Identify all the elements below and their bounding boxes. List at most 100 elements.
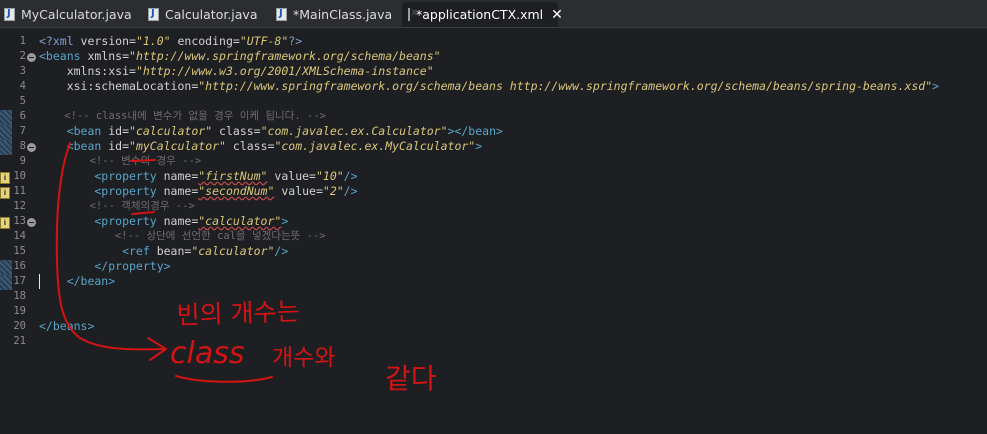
line-number: 2 — [19, 50, 26, 62]
line-number: 7 — [19, 125, 26, 137]
token: class= — [225, 139, 275, 153]
token: class= — [212, 124, 261, 138]
code-line-13[interactable]: <property name="calculator"> — [39, 214, 288, 229]
token: <beans — [39, 49, 88, 63]
token: /> — [343, 169, 358, 183]
code-line-20[interactable]: </beans> — [39, 319, 94, 334]
code-line-1[interactable]: <?xml version="1.0" encoding="UTF-8"?> — [39, 34, 302, 49]
change-marker — [0, 125, 12, 140]
token: <bean — [39, 139, 109, 153]
token: <bean — [39, 124, 109, 138]
token: xmlns= — [87, 49, 130, 63]
token: "secondNum" — [198, 184, 275, 198]
line-number: 19 — [13, 305, 26, 317]
warning-icon[interactable]: i — [0, 217, 10, 229]
token: > — [932, 79, 940, 93]
line-number: 20 — [13, 320, 26, 332]
token: xmlns:xsi= — [39, 64, 136, 78]
token: id= — [108, 124, 130, 138]
code-line-15[interactable]: <ref bean="calculator"/> — [39, 244, 288, 259]
tab-label: MyCalculator.java — [21, 6, 132, 22]
token: "10" — [315, 169, 344, 183]
code-line-3[interactable]: xmlns:xsi="http://www.w3.org/2001/XMLSch… — [39, 64, 434, 79]
token: <property — [39, 214, 164, 228]
change-marker — [0, 110, 12, 125]
java-file-icon — [4, 7, 15, 21]
line-number: 21 — [13, 335, 26, 347]
token: value= — [267, 169, 316, 183]
code-line-10[interactable]: <property name="firstNum" value="10"/> — [39, 169, 358, 184]
java-file-icon — [148, 7, 159, 21]
tab-label: *applicationCTX.xml — [416, 7, 544, 22]
warning-icon[interactable]: i — [0, 187, 10, 199]
tab-calculator-java[interactable]: Calculator.java — [148, 2, 258, 26]
xml-file-icon — [408, 7, 417, 21]
annotation-class-word: class — [170, 336, 245, 371]
tab-mainclass-java[interactable]: *MainClass.java — [276, 2, 392, 26]
tab-mycalculator-java[interactable]: MyCalculator.java — [4, 2, 132, 26]
token: "firstNum" — [198, 169, 268, 183]
token: "http://www.springframework.org/schema/b… — [129, 49, 441, 63]
text-caret — [39, 274, 40, 289]
line-number: 5 — [19, 95, 26, 107]
token: "calculator" — [129, 124, 213, 138]
token: <property — [39, 169, 164, 183]
annotation-line-1: 빈의 개수는 — [176, 296, 301, 330]
warning-icon[interactable]: i — [0, 172, 10, 184]
code-line-2[interactable]: <beans xmlns="http://www.springframework… — [39, 49, 441, 64]
close-icon[interactable]: ✕ — [551, 7, 563, 23]
token: ></bean> — [447, 124, 503, 138]
xml-editor[interactable]: i i i 1 2 3 4 5 6 7 8 9 10 11 12 13 14 1… — [0, 28, 987, 434]
token: bean= — [156, 244, 192, 258]
token: xsi:schemaLocation= — [39, 79, 199, 93]
token: /> — [274, 244, 289, 258]
token: <property — [39, 184, 164, 198]
code-line-12[interactable]: <!-- 객체의경우 --> — [39, 199, 195, 214]
fold-toggle-icon[interactable] — [27, 218, 36, 227]
token: "calculator" — [198, 214, 282, 228]
code-line-11[interactable]: <property name="secondNum" value="2"/> — [39, 184, 357, 199]
token: name= — [163, 184, 199, 198]
code-line-9[interactable]: <!-- 변수의 경우 --> — [39, 154, 202, 169]
code-line-6[interactable]: <!-- class내에 변수가 없을 경우 이케 됩니다. --> — [39, 109, 326, 124]
token: id= — [108, 139, 130, 153]
token: "http://www.w3.org/2001/XMLSchema-instan… — [135, 64, 434, 78]
token: "myCalculator" — [129, 139, 226, 153]
token: ?> — [288, 34, 303, 48]
token: name= — [163, 169, 199, 183]
token: encoding= — [170, 34, 240, 48]
token: <ref — [39, 244, 157, 258]
line-number: 1 — [19, 35, 26, 47]
line-number: 16 — [13, 260, 26, 272]
token: > — [281, 214, 289, 228]
line-number: 13 — [13, 215, 26, 227]
code-line-7[interactable]: <bean id="calculator" class="com.javalec… — [39, 124, 503, 139]
line-number: 11 — [13, 185, 26, 197]
token: "2" — [322, 184, 344, 198]
tab-label: Calculator.java — [165, 6, 258, 22]
token: "http://www.springframework.org/schema/b… — [198, 79, 933, 93]
code-line-16[interactable]: </property> — [39, 259, 170, 274]
code-line-4[interactable]: xsi:schemaLocation="http://www.springfra… — [39, 79, 939, 94]
change-marker — [0, 260, 12, 275]
code-line-17[interactable]: </bean> — [39, 274, 115, 289]
code-line-8[interactable]: <bean id="myCalculator" class="com.javal… — [39, 139, 482, 154]
change-marker — [0, 275, 12, 290]
editor-tab-bar: MyCalculator.java Calculator.java *MainC… — [0, 0, 987, 28]
line-number: 8 — [19, 140, 26, 152]
line-number: 3 — [19, 65, 26, 77]
annotation-same-word: 같다 — [385, 362, 437, 395]
line-number: 9 — [19, 155, 26, 167]
line-number: 17 — [13, 275, 26, 287]
line-number: 4 — [19, 80, 26, 92]
token: > — [475, 139, 483, 153]
code-line-14[interactable]: <!-- 상단에 선언한 cal을 넣겠다는뜻 --> — [39, 229, 326, 244]
fold-toggle-icon[interactable] — [27, 53, 36, 62]
line-number: 15 — [13, 245, 26, 257]
tab-applicationctx-xml[interactable]: *applicationCTX.xml ✕ — [402, 2, 563, 27]
fold-toggle-icon[interactable] — [27, 143, 36, 152]
line-number: 12 — [13, 200, 26, 212]
java-file-icon — [276, 7, 287, 21]
token: "com.javalec.ex.MyCalculator" — [274, 139, 476, 153]
token: name= — [163, 214, 199, 228]
